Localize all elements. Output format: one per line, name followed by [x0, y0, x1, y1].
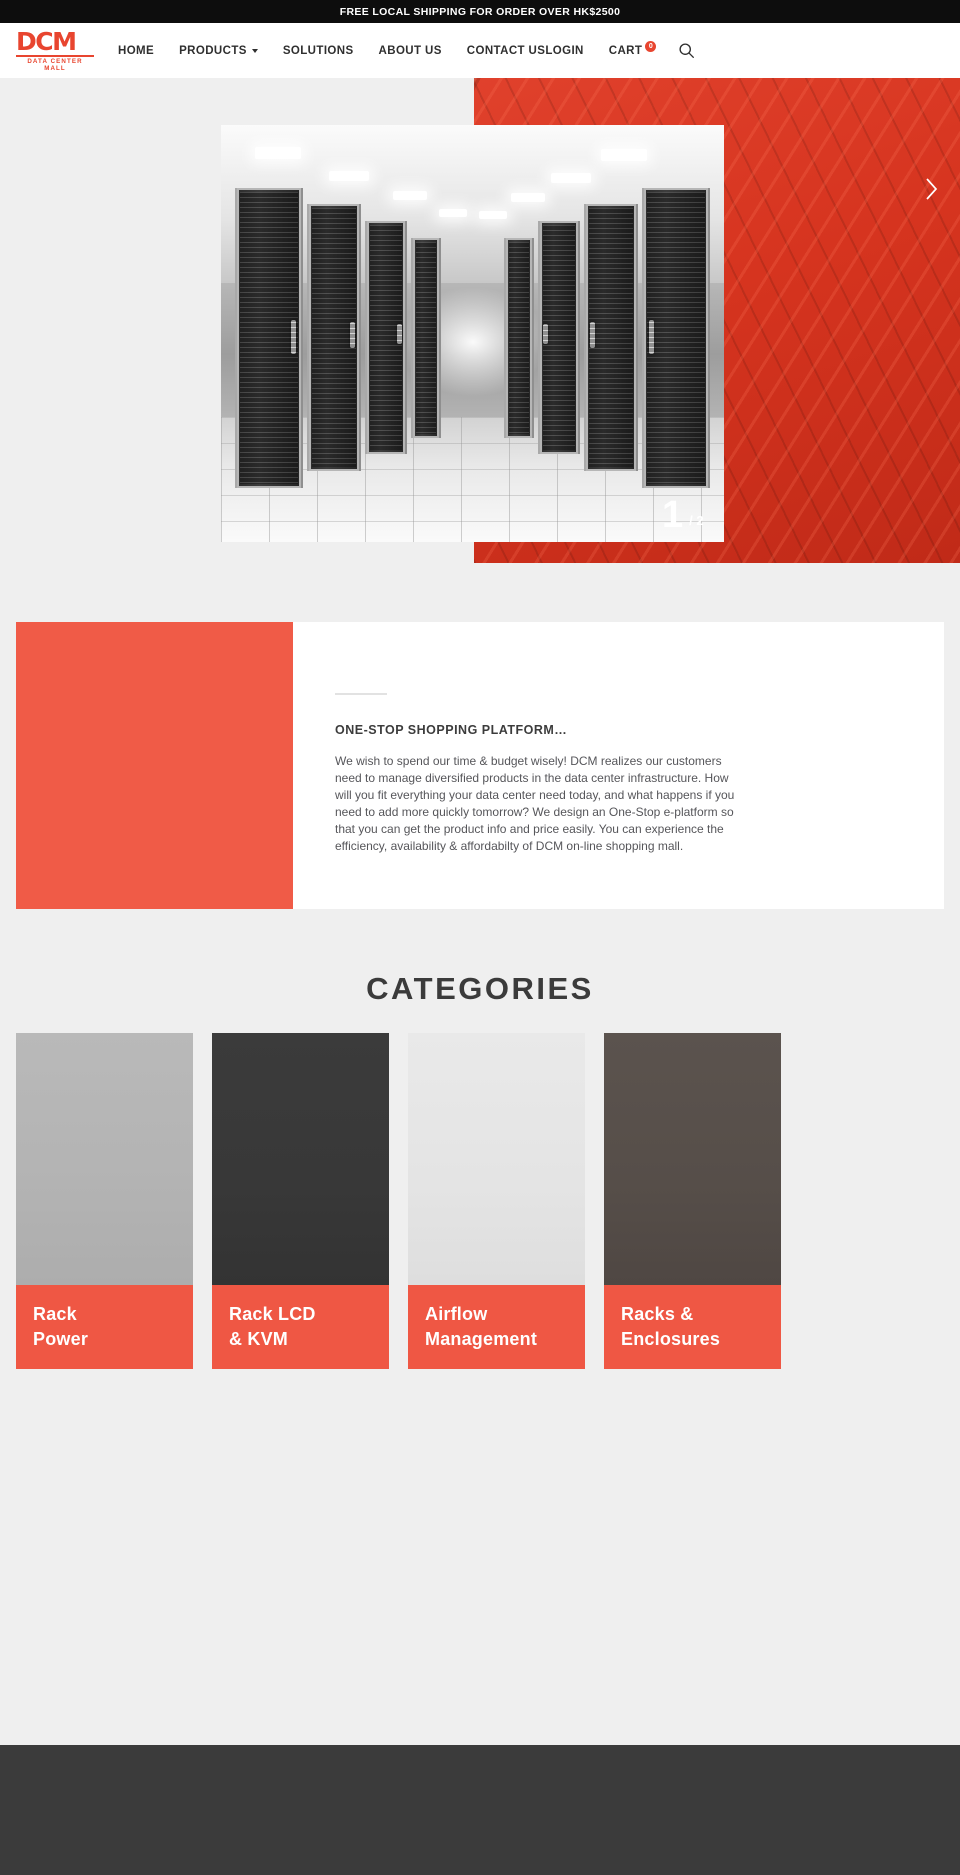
cart-label: CART [608, 44, 643, 57]
intro-paragraph: We wish to spend our time & budget wisel… [335, 754, 735, 853]
server-rack [504, 237, 534, 438]
site-header: DCM DATA CENTER MALL HOME PRODUCTS SOLUT… [0, 23, 960, 78]
site-footer [0, 1745, 960, 1875]
nav-item-solutions-label: SOLUTIONS [282, 44, 354, 57]
nav-item-solutions[interactable]: SOLUTIONS [283, 45, 354, 57]
nav-item-about-us[interactable]: ABOUT US [379, 45, 442, 57]
announcement-text: FREE LOCAL SHIPPING FOR ORDER OVER HK$25… [339, 5, 621, 18]
category-card-rack-power[interactable]: Rack Power [16, 1033, 193, 1369]
server-rack [235, 187, 303, 488]
category-card-racks-enclosures[interactable]: Racks & Enclosures [604, 1033, 781, 1369]
nav-item-login[interactable]: LOGIN [545, 45, 583, 57]
main-navigation: HOME PRODUCTS SOLUTIONS ABOUT US CONTACT… [118, 40, 695, 59]
server-rack [307, 204, 361, 472]
category-label-line2: & KVM [229, 1329, 288, 1349]
search-icon [679, 43, 695, 58]
rack-handle [543, 323, 548, 344]
server-rack [538, 220, 580, 455]
category-label: Racks & Enclosures [604, 1285, 781, 1369]
hero-slide-image [221, 125, 724, 542]
rack-door [506, 237, 532, 438]
intro-image-panel [16, 622, 293, 909]
category-label-line1: Airflow [425, 1304, 488, 1324]
intro-title: ONE-STOP SHOPPING PLATFORM… [335, 723, 568, 737]
slide-total: / 2 [689, 513, 704, 528]
ceiling-light [255, 147, 301, 159]
nav-item-products-label: PRODUCTS [179, 44, 247, 57]
category-label-line2: Power [33, 1329, 89, 1349]
category-label-line1: Racks & [621, 1304, 694, 1324]
server-rack [365, 220, 407, 455]
category-image [16, 1033, 193, 1285]
category-label-line2: Management [425, 1329, 538, 1349]
ceiling-light [601, 149, 647, 161]
site-logo[interactable]: DCM DATA CENTER MALL [16, 26, 94, 72]
ceiling-light [479, 211, 507, 219]
slide-current: 1 [662, 494, 683, 536]
rack-door [309, 204, 359, 472]
nav-item-login-label: LOGIN [545, 44, 584, 57]
rack-door [237, 187, 301, 488]
ceiling-light [439, 209, 467, 217]
category-label: Rack Power [16, 1285, 193, 1369]
nav-item-home-label: HOME [118, 44, 155, 57]
hero-next-button[interactable] [918, 176, 944, 202]
nav-item-products[interactable]: PRODUCTS [179, 45, 258, 57]
rack-handle [350, 321, 355, 348]
rack-door [586, 204, 636, 472]
chevron-down-icon [251, 48, 258, 53]
nav-item-contact-us-label: CONTACT US [466, 44, 546, 57]
hero-slider: 1 / 2 [0, 78, 960, 563]
rack-handle [649, 319, 654, 354]
category-image [604, 1033, 781, 1285]
rack-handle [590, 321, 595, 348]
search-button[interactable] [678, 42, 695, 59]
announcement-bar: FREE LOCAL SHIPPING FOR ORDER OVER HK$25… [0, 0, 960, 23]
intro-divider [335, 693, 387, 695]
category-label-line2: Enclosures [621, 1329, 721, 1349]
ceiling-light [511, 193, 545, 202]
rack-door [540, 220, 578, 455]
intro-card: ONE-STOP SHOPPING PLATFORM… We wish to s… [16, 622, 944, 909]
category-image [212, 1033, 389, 1285]
ceiling-light [329, 171, 369, 181]
category-label: Airflow Management [408, 1285, 585, 1369]
rack-handle [291, 319, 296, 354]
nav-item-about-us-label: ABOUT US [378, 44, 442, 57]
nav-item-contact-us[interactable]: CONTACT US [467, 45, 546, 57]
categories-section: CATEGORIES Rack Power Rack LCD & KVM Air… [0, 909, 960, 1369]
ceiling-light [551, 173, 591, 183]
cart-count-badge: 0 [645, 40, 657, 52]
category-label: Rack LCD & KVM [212, 1285, 389, 1369]
nav-item-home[interactable]: HOME [118, 45, 154, 57]
category-card-airflow-management[interactable]: Airflow Management [408, 1033, 585, 1369]
logo-wordmark: DCM [16, 26, 77, 56]
categories-heading: CATEGORIES [366, 971, 594, 1006]
server-rack [411, 237, 441, 438]
category-label-line1: Rack LCD [229, 1304, 316, 1324]
rack-door [644, 187, 708, 488]
rack-door [413, 237, 439, 438]
rack-door [367, 220, 405, 455]
cart-button[interactable]: CART 0 [608, 40, 657, 57]
server-rack [584, 204, 638, 472]
slide-counter: 1 / 2 [662, 494, 704, 536]
intro-section: ONE-STOP SHOPPING PLATFORM… We wish to s… [0, 563, 960, 909]
server-rack [642, 187, 710, 488]
ceiling-light [393, 191, 427, 200]
logo-subtitle: DATA CENTER MALL [16, 54, 94, 72]
intro-content: ONE-STOP SHOPPING PLATFORM… We wish to s… [293, 622, 944, 909]
rack-handle [397, 323, 402, 344]
category-label-line1: Rack [33, 1304, 77, 1324]
category-image [408, 1033, 585, 1285]
chevron-right-icon [925, 178, 937, 200]
category-card-rack-lcd-kvm[interactable]: Rack LCD & KVM [212, 1033, 389, 1369]
categories-grid: Rack Power Rack LCD & KVM Airflow Manage… [0, 1033, 960, 1369]
